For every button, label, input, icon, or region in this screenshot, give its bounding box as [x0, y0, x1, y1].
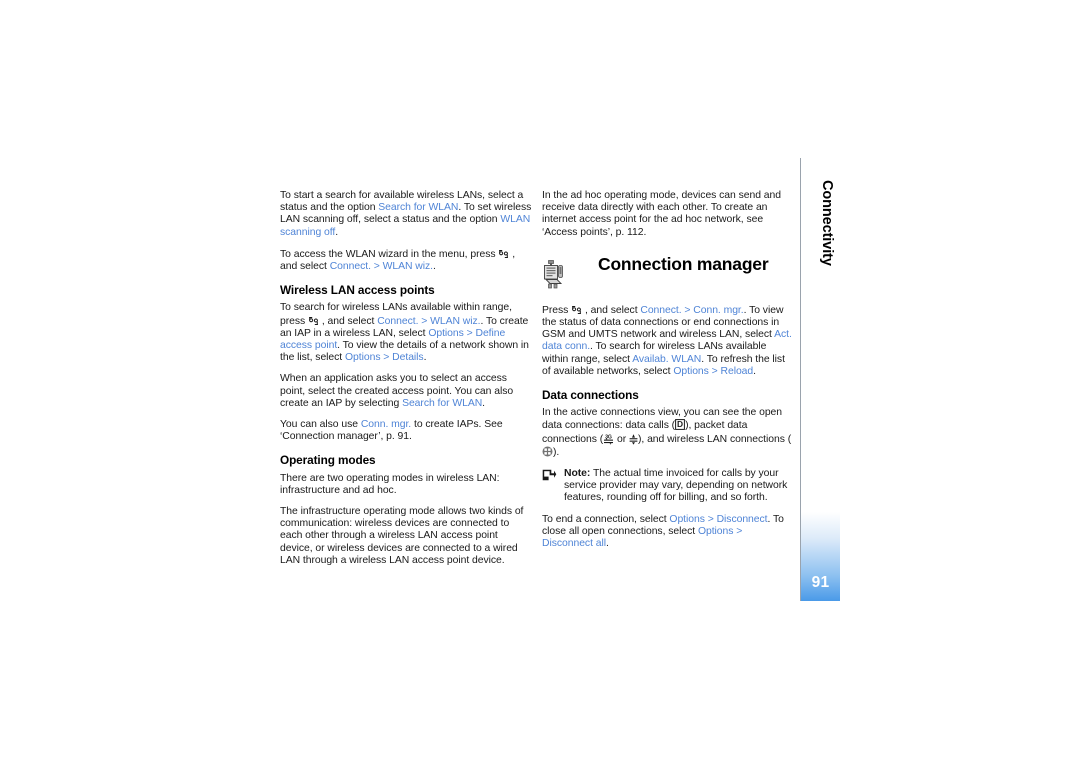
paragraph-search-in-range: To search for wireless LANs available wi… [280, 302, 532, 364]
note-label: Note: [564, 468, 591, 480]
paragraph-wlan-wizard: To access the WLAN wizard in the menu, p… [280, 248, 532, 273]
link-wlan-wiz[interactable]: WLAN wiz. [383, 261, 433, 272]
link-options[interactable]: Options [669, 514, 705, 525]
menu-key-icon [308, 315, 319, 326]
paragraph-two-modes: There are two operating modes in wireles… [280, 472, 500, 496]
link-reload[interactable]: Reload [721, 366, 754, 377]
link-disconnect[interactable]: Disconnect [717, 514, 768, 525]
link-conn-mgr[interactable]: Conn. mgr. [361, 419, 411, 430]
link-connect[interactable]: Connect. [640, 305, 681, 316]
text-run: , and select [582, 304, 641, 316]
separator: > [418, 315, 431, 327]
separator: > [380, 352, 393, 364]
text-run: . [605, 538, 609, 550]
link-disconnect-all[interactable]: Disconnect all [542, 538, 606, 549]
link-conn-mgr[interactable]: Conn. mgr. [693, 305, 743, 316]
packet-gprs-icon [629, 433, 638, 445]
link-details[interactable]: Details [392, 352, 423, 363]
wlan-grid-icon [542, 446, 553, 457]
chapter-heading-connection-manager: Connection manager [542, 253, 794, 292]
page-number: 91 [811, 574, 830, 591]
link-search-for-wlan[interactable]: Search for WLAN [402, 398, 482, 409]
text-run: . [753, 365, 756, 377]
text-run: , and select [319, 315, 378, 327]
text-run: ). [553, 446, 560, 458]
menu-key-icon [498, 248, 509, 259]
data-call-d-icon: D [675, 419, 685, 431]
text-run: To access the WLAN wizard in the menu, p… [280, 248, 499, 260]
paragraph-ad-hoc-mode: In the ad hoc operating mode, devices ca… [542, 190, 781, 238]
packet-3g-icon: 3G [603, 433, 614, 445]
separator: > [733, 525, 743, 537]
link-availab-wlan[interactable]: Availab. WLAN [632, 354, 701, 365]
svg-text:D: D [677, 420, 683, 430]
separator: > [463, 327, 476, 339]
link-options[interactable]: Options [345, 352, 381, 363]
menu-key-icon [571, 304, 582, 315]
link-options[interactable]: Options [428, 328, 464, 339]
paragraph-wlan-search: To start a search for available wireless… [280, 190, 532, 239]
right-text-column: In the ad hoc operating mode, devices ca… [542, 190, 794, 559]
heading-operating-modes: Operating modes [280, 453, 376, 468]
text-run: or [614, 433, 629, 445]
paragraph-infrastructure-mode: The infrastructure operating mode allows… [280, 506, 524, 566]
heading-wireless-lan-access-points: Wireless LAN access points [280, 283, 435, 298]
separator: > [681, 304, 694, 316]
text-run: Press [542, 304, 572, 316]
chapter-title-text: Connection manager [598, 253, 769, 274]
note-block: Note: The actual time invoiced for calls… [542, 468, 794, 505]
paragraph-conn-mgr-reference: You can also use Conn. mgr. to create IA… [280, 419, 532, 443]
link-connect[interactable]: Connect. [377, 316, 418, 327]
text-run: . [335, 226, 339, 238]
manual-page: To start a search for available wireless… [0, 0, 1080, 763]
text-run: ), and wireless LAN connections ( [637, 433, 792, 445]
note-text: The actual time invoiced for calls by yo… [564, 468, 788, 504]
paragraph-press-connect-conn-mgr: Press , and select Connect. > Conn. mgr.… [542, 304, 794, 378]
separator: > [708, 365, 721, 377]
link-wlan-wiz[interactable]: WLAN wiz. [430, 316, 480, 327]
separator: > [704, 513, 717, 525]
text-run: You can also use [280, 419, 361, 431]
text-run: . [482, 397, 486, 409]
separator: > [370, 261, 383, 273]
paragraph-end-connection: To end a connection, select Options > Di… [542, 514, 794, 551]
paragraph-active-connections-view: In the active connections view, you can … [542, 407, 794, 459]
note-arrow-icon [542, 469, 557, 481]
text-run: . [432, 261, 436, 273]
left-text-column: To start a search for available wireless… [280, 190, 532, 576]
text-run: . [423, 352, 427, 364]
connection-manager-icon [542, 259, 568, 290]
link-connect[interactable]: Connect. [330, 261, 371, 272]
chapter-side-label: Connectivity [819, 180, 835, 266]
text-run: To end a connection, select [542, 513, 670, 525]
heading-data-connections: Data connections [542, 388, 639, 403]
link-search-for-wlan[interactable]: Search for WLAN [378, 202, 458, 213]
paragraph-application-asks: When an application asks you to select a… [280, 373, 532, 410]
link-options[interactable]: Options [698, 526, 734, 537]
page-number-tab: 91 [801, 512, 840, 601]
link-options[interactable]: Options [673, 366, 709, 377]
